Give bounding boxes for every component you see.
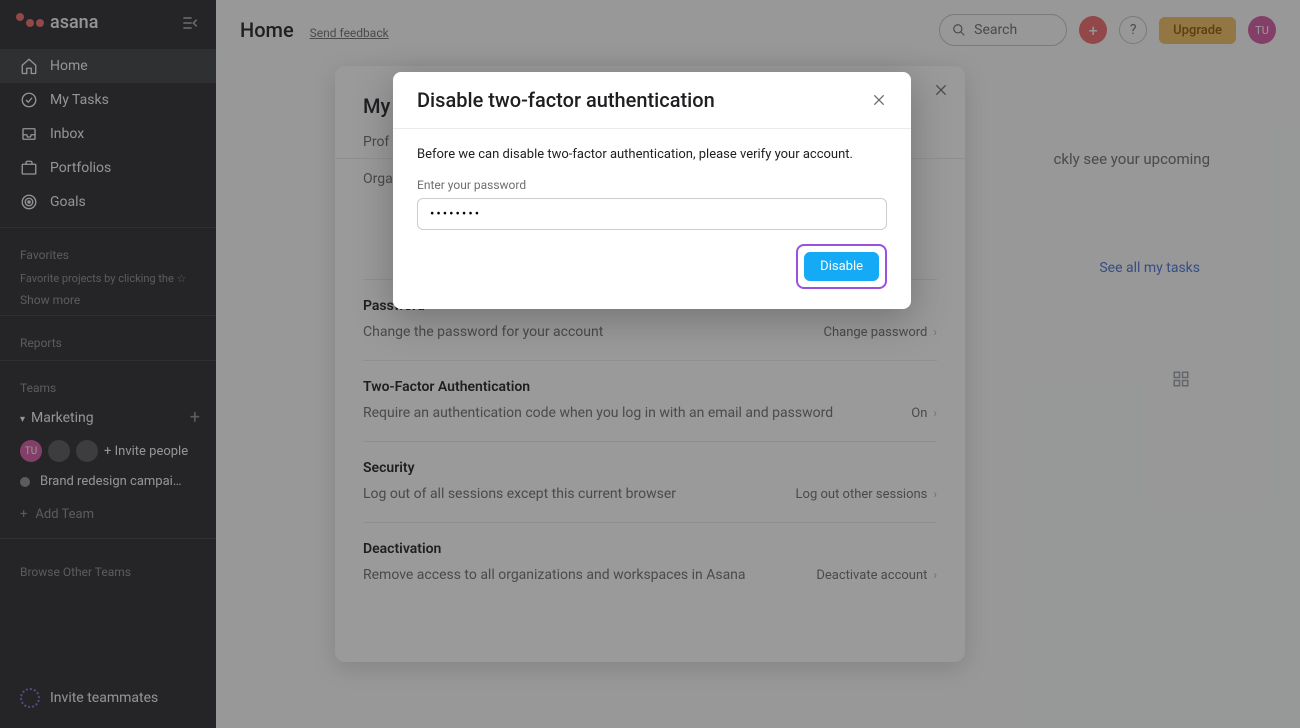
password-input[interactable] [417, 198, 887, 230]
modal-title: Disable two-factor authentication [417, 88, 715, 112]
disable-2fa-modal: Disable two-factor authentication Before… [393, 72, 911, 309]
password-label: Enter your password [417, 178, 887, 192]
disable-button[interactable]: Disable [804, 252, 879, 281]
disable-button-highlight: Disable [796, 244, 887, 289]
close-modal-icon[interactable] [871, 92, 887, 108]
modal-message: Before we can disable two-factor authent… [417, 147, 887, 162]
